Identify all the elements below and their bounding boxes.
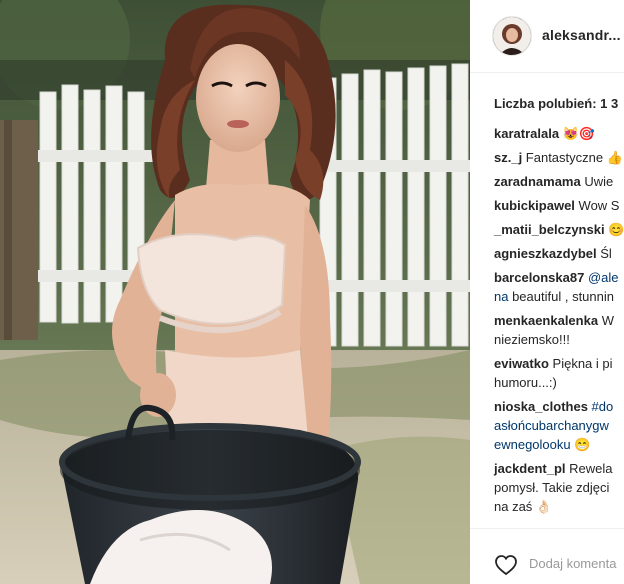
avatar[interactable] xyxy=(492,16,532,56)
comment-text: beautiful , stunnin xyxy=(508,289,614,304)
comment: zaradnamama Uwie xyxy=(494,172,624,191)
comment-text: Piękna i pi xyxy=(548,356,613,371)
avatar-image xyxy=(493,17,531,55)
comment-text: Śl xyxy=(596,246,612,261)
comment-text: Wow S xyxy=(574,198,620,213)
comment-user[interactable]: barcelonska87 xyxy=(494,270,584,285)
comment-text: humoru...:) xyxy=(494,375,557,390)
comment-text: 😁 xyxy=(574,437,591,452)
post-image xyxy=(0,0,470,584)
comment-user[interactable]: jackdent_pl xyxy=(494,461,566,476)
post-footer: Dodaj komenta xyxy=(470,528,624,584)
comment-user[interactable]: eviwatko xyxy=(494,356,549,371)
comment-text: 😻🎯 xyxy=(559,126,596,141)
comment: eviwatko Piękna i pi humoru...:) xyxy=(494,354,624,392)
post-header: aleksandr... xyxy=(470,0,624,73)
comment-user[interactable]: menkaenkalenka xyxy=(494,313,598,328)
comment-text: Rewela xyxy=(565,461,613,476)
comment-user[interactable]: agnieszkazdybel xyxy=(494,246,597,261)
comment-user[interactable]: nioska_clothes xyxy=(494,399,588,414)
comment-mention[interactable]: @ale xyxy=(584,270,619,285)
comment-hashtag[interactable]: asłońcubarchanygw xyxy=(494,416,624,435)
comment: sz._j Fantastyczne 👍 xyxy=(494,148,624,167)
comment-user[interactable]: zaradnamama xyxy=(494,174,581,189)
comment: agnieszkazdybel Śl xyxy=(494,244,624,263)
comments-list: karatralala 😻🎯 sz._j Fantastyczne 👍 zara… xyxy=(494,124,624,521)
comment-hashtag[interactable]: #do xyxy=(588,399,614,414)
comment: karatralala 😻🎯 xyxy=(494,124,624,143)
comment-text: pomysł. Takie zdjęci xyxy=(494,480,610,495)
comment-user[interactable]: kubickipawel xyxy=(494,198,575,213)
comment-text: 😊 xyxy=(604,222,624,237)
comment: menkaenkalenka W nieziemsko!!! xyxy=(494,311,624,349)
comment: jackdent_pl Rewela pomysł. Takie zdjęci … xyxy=(494,459,624,516)
add-comment-input[interactable]: Dodaj komenta xyxy=(529,556,616,571)
post-side-panel: aleksandr... Liczba polubień: 1 3 karatr… xyxy=(470,0,624,584)
comment-mention[interactable]: na xyxy=(494,289,508,304)
comment-text: W xyxy=(598,313,614,328)
post-photo[interactable] xyxy=(0,0,470,584)
comment: barcelonska87 @ale na beautiful , stunni… xyxy=(494,268,624,306)
comment-user[interactable]: sz._j xyxy=(494,150,522,165)
comment: nioska_clothes #do asłońcubarchanygw ewn… xyxy=(494,397,624,454)
likes-count[interactable]: Liczba polubień: 1 3 xyxy=(494,96,618,111)
comment-user[interactable]: _matii_belczynski xyxy=(494,222,605,237)
comment: kubickipawel Wow S xyxy=(494,196,624,215)
comment-text: Fantastyczne 👍 xyxy=(522,150,623,165)
comment-hashtag[interactable]: ewnegolooku xyxy=(494,437,571,452)
comment-user[interactable]: karatralala xyxy=(494,126,559,141)
comment-text: Uwie xyxy=(580,174,614,189)
comment-text: na zaś 👌🏻 xyxy=(494,499,553,514)
username-link[interactable]: aleksandr... xyxy=(542,27,621,43)
heart-outline-icon[interactable] xyxy=(494,553,518,577)
comment: _matii_belczynski 😊 xyxy=(494,220,624,239)
comment-text: nieziemsko!!! xyxy=(494,332,570,347)
